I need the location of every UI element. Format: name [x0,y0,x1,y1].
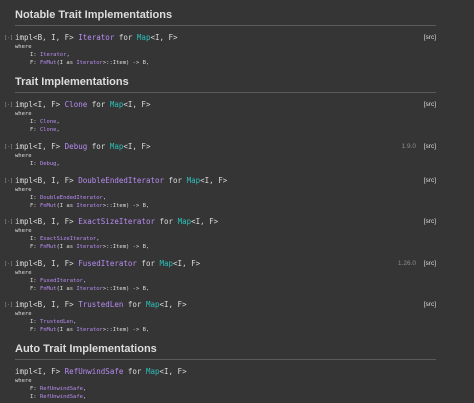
trait-link-exact-size-iterator[interactable]: ExactSizeIterator [78,217,155,226]
where-bound: I: ExactSizeIterator, [30,236,100,242]
impl-debug-signature: impl<I, F> Debug for Map<I, F> [15,142,151,151]
heading-rule [15,92,436,93]
impl-double-ended-iterator-signature: impl<B, I, F> DoubleEndedIterator for Ma… [15,176,228,185]
trait-link[interactable]: Iterator [76,60,103,66]
collapse-toggle[interactable]: [-] [4,261,13,268]
trait-link[interactable]: FnMut [40,244,57,250]
since-version: 1.26.0 [397,260,416,267]
collapse-toggle[interactable]: [-] [4,144,13,151]
trait-impls-heading: Trait Implementations [15,76,129,88]
src-link[interactable]: [src] [424,301,436,308]
trait-link[interactable]: RefUnwindSafe [40,386,83,392]
trait-link-debug[interactable]: Debug [65,142,88,151]
where-keyword: where [15,378,32,384]
trait-link[interactable]: Debug [40,161,57,167]
collapse-toggle[interactable]: [-] [4,219,13,226]
where-bound: F: FnMut(I as Iterator>::Item) -> B, [30,286,150,292]
src-link[interactable]: [src] [424,260,436,267]
trait-link-fused-iterator[interactable]: FusedIterator [78,259,137,268]
trait-link-double-ended-iterator[interactable]: DoubleEndedIterator [78,176,164,185]
where-bound: F: FnMut(I as Iterator>::Item) -> B, [30,244,150,250]
trait-link[interactable]: Iterator [76,327,103,333]
trait-link[interactable]: FnMut [40,327,57,333]
trait-link[interactable]: FnMut [40,286,57,292]
impl-fused-iterator-signature: impl<B, I, F> FusedIterator for Map<I, F… [15,259,201,268]
where-keyword: where [15,187,32,193]
collapse-toggle[interactable]: [-] [4,178,13,185]
collapse-toggle[interactable]: [-] [4,302,13,309]
where-bound: I: Clone, [30,119,60,125]
src-link[interactable]: [src] [424,34,436,41]
trait-link[interactable]: ExactSizeIterator [40,236,96,242]
auto-trait-impls-heading: Auto Trait Implementations [15,343,157,355]
impl-ref-unwind-safe-signature: impl<I, F> RefUnwindSafe for Map<I, F> [15,367,187,376]
heading-rule [15,25,436,26]
struct-link-map[interactable]: Map [110,100,124,109]
where-keyword: where [15,153,32,159]
where-bound: I: FusedIterator, [30,278,87,284]
struct-link-map[interactable]: Map [178,217,192,226]
struct-link-map[interactable]: Map [146,367,160,376]
where-bound: F: FnMut(I as Iterator>::Item) -> B, [30,60,150,66]
heading-rule [15,359,436,360]
where-bound: I: TrustedLen, [30,319,77,325]
trait-link[interactable]: Clone [40,127,57,133]
trait-link-trusted-len[interactable]: TrustedLen [78,300,123,309]
where-keyword: where [15,44,32,50]
where-keyword: where [15,270,32,276]
where-bound: I: DoubleEndedIterator, [30,195,107,201]
trait-link-ref-unwind-safe[interactable]: RefUnwindSafe [65,367,124,376]
trait-link-iterator[interactable]: Iterator [78,33,114,42]
struct-link-map[interactable]: Map [110,142,124,151]
trait-link[interactable]: Iterator [76,244,103,250]
src-link[interactable]: [src] [424,101,436,108]
trait-link[interactable]: FusedIterator [40,278,83,284]
src-link[interactable]: [src] [424,218,436,225]
where-bound: F: Clone, [30,127,60,133]
trait-link[interactable]: Iterator [40,52,67,58]
src-link[interactable]: [src] [424,177,436,184]
where-keyword: where [15,311,32,317]
struct-link-map[interactable]: Map [137,33,151,42]
trait-link[interactable]: FnMut [40,203,57,209]
where-keyword: where [15,111,32,117]
notable-impls-heading: Notable Trait Implementations [15,9,173,21]
trait-link[interactable]: RefUnwindSafe [40,394,83,400]
impl-iterator-signature: impl<B, I, F> Iterator for Map<I, F> [15,33,178,42]
impl-clone-signature: impl<I, F> Clone for Map<I, F> [15,100,151,109]
where-bound: I: Debug, [30,161,60,167]
where-bound: I: RefUnwindSafe, [30,394,87,400]
trait-link[interactable]: DoubleEndedIterator [40,195,103,201]
impl-exact-size-iterator-signature: impl<B, I, F> ExactSizeIterator for Map<… [15,217,219,226]
trait-link[interactable]: TrustedLen [40,319,73,325]
struct-link-map[interactable]: Map [146,300,160,309]
src-link[interactable]: [src] [424,143,436,150]
trait-link[interactable]: Iterator [76,286,103,292]
where-bound: F: FnMut(I as Iterator>::Item) -> B, [30,327,150,333]
where-bound: I: Iterator, [30,52,70,58]
collapse-toggle[interactable]: [-] [4,102,13,109]
trait-link[interactable]: FnMut [40,60,57,66]
struct-link-map[interactable]: Map [160,259,174,268]
where-bound: F: FnMut(I as Iterator>::Item) -> B, [30,203,150,209]
trait-link[interactable]: Clone [40,119,57,125]
since-version: 1.9.0 [401,143,416,150]
trait-link-clone[interactable]: Clone [65,100,88,109]
trait-link[interactable]: Iterator [76,203,103,209]
where-bound: F: RefUnwindSafe, [30,386,87,392]
where-keyword: where [15,228,32,234]
struct-link-map[interactable]: Map [187,176,201,185]
collapse-toggle[interactable]: [-] [4,35,13,42]
impl-trusted-len-signature: impl<B, I, F> TrustedLen for Map<I, F> [15,300,187,309]
